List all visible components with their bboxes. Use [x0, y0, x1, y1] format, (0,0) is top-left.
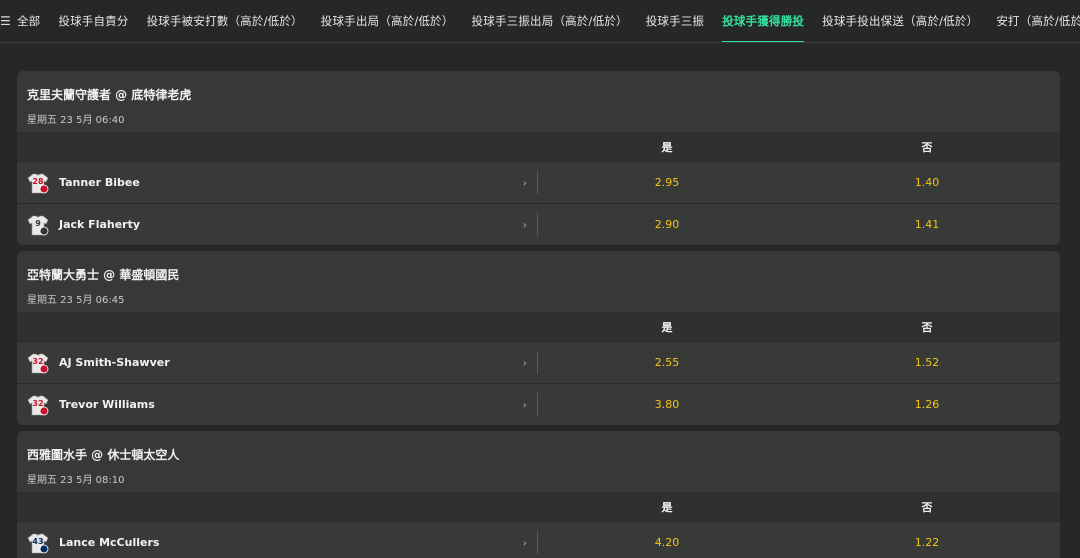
tab-label: 投球手三振出局（高於/低於）: [471, 14, 628, 28]
jersey-number: 32: [32, 398, 44, 408]
odds-no-button[interactable]: 1.40: [797, 162, 1057, 203]
column-header: 是否: [17, 492, 1060, 521]
tab-label: 投球手三振: [645, 14, 705, 28]
tab-hits-allowed[interactable]: 投球手被安打數（高於/低於）: [138, 0, 312, 42]
tab-outs[interactable]: 投球手出局（高於/低於）: [312, 0, 463, 42]
match-time: 星期五 23 5月 06:40: [27, 115, 125, 126]
jersey-icon: 9: [27, 214, 49, 236]
player-name: Lance McCullers: [59, 536, 160, 549]
divider: [537, 393, 538, 416]
player-name: Trevor Williams: [59, 398, 155, 411]
match-card: 西雅圖水手 @ 休士頓太空人 星期五 23 5月 08:10 是否 43 Lance M…: [17, 431, 1060, 558]
player-cell[interactable]: 43 Lance McCullers ›: [17, 522, 538, 558]
tab-label: 全部: [16, 14, 41, 28]
player-cell[interactable]: 32 Trevor Williams ›: [17, 384, 538, 425]
divider: [537, 171, 538, 194]
tab-walks[interactable]: 投球手投出保送（高於/低於）: [813, 0, 987, 42]
tab-strikeouts-ou[interactable]: 投球手三振出局（高於/低於）: [463, 0, 637, 42]
player-name: Jack Flaherty: [59, 218, 141, 231]
odds-yes-button[interactable]: 2.95: [537, 162, 797, 203]
chevron-right-icon[interactable]: ›: [523, 398, 527, 411]
match-header: 亞特蘭大勇士 @ 華盛頓國民星期五 23 5月 06:45: [17, 251, 1060, 312]
player-name: Tanner Bibee: [59, 176, 140, 189]
column-no: 否: [921, 140, 933, 154]
chevron-right-icon[interactable]: ›: [523, 536, 527, 549]
odds-no-button[interactable]: 1.26: [797, 384, 1057, 425]
jersey-icon: 32: [27, 352, 49, 374]
match-header: 克里夫蘭守護者 @ 底特律老虎星期五 23 5月 06:40: [17, 71, 1060, 132]
match-card: 克里夫蘭守護者 @ 底特律老虎 星期五 23 5月 06:40 是否 28 Tanner…: [17, 71, 1060, 245]
column-yes: 是: [661, 140, 673, 154]
tab-all[interactable]: ☰ 全部: [0, 0, 49, 42]
match-header: 西雅圖水手 @ 休士頓太空人星期五 23 5月 08:10: [17, 431, 1060, 492]
divider: [537, 351, 538, 374]
divider: [537, 531, 538, 554]
column-yes: 是: [661, 320, 673, 334]
jersey-number: 43: [32, 536, 44, 546]
menu-icon: ☰: [0, 14, 11, 28]
match-time: 星期五 23 5月 06:45: [27, 295, 125, 306]
tab-label: 投球手自責分: [58, 14, 129, 28]
tab-label: 投球手被安打數（高於/低於）: [146, 14, 303, 28]
player-cell[interactable]: 28 Tanner Bibee ›: [17, 162, 538, 203]
odds-yes-button[interactable]: 3.80: [537, 384, 797, 425]
match-list: 克里夫蘭守護者 @ 底特律老虎 星期五 23 5月 06:40 是否 28 Tanner…: [0, 43, 1080, 558]
column-no: 否: [921, 500, 933, 514]
player-cell[interactable]: 9 Jack Flaherty ›: [17, 204, 538, 245]
tab-earned-runs[interactable]: 投球手自責分: [49, 0, 137, 42]
jersey-icon: 32: [27, 394, 49, 416]
match-title[interactable]: 克里夫蘭守護者 @ 底特律老虎: [27, 86, 1050, 103]
jersey-number: 9: [35, 218, 41, 228]
tab-label: 投球手出局（高於/低於）: [320, 14, 454, 28]
match-title[interactable]: 西雅圖水手 @ 休士頓太空人: [27, 446, 1050, 463]
column-yes: 是: [661, 500, 673, 514]
match-card: 亞特蘭大勇士 @ 華盛頓國民 星期五 23 5月 06:45 是否 32 AJ Smit…: [17, 251, 1060, 425]
tab-label: 投球手投出保送（高於/低於）: [822, 14, 979, 28]
tab-strikeouts[interactable]: 投球手三振: [637, 0, 714, 42]
odds-yes-button[interactable]: 2.90: [537, 204, 797, 245]
column-header: 是否: [17, 132, 1060, 161]
odds-yes-button[interactable]: 4.20: [537, 522, 797, 558]
tab-label: 投球手獲得勝投: [722, 14, 805, 28]
match-time: 星期五 23 5月 08:10: [27, 475, 125, 486]
player-row: 32 AJ Smith-Shawver › 2.55 1.52: [17, 341, 1060, 383]
jersey-icon: 43: [27, 532, 49, 554]
jersey-number: 28: [32, 176, 44, 186]
odds-yes-button[interactable]: 2.55: [537, 342, 797, 383]
player-name: AJ Smith-Shawver: [59, 356, 170, 369]
tab-label: 安打（高於/低於）: [996, 14, 1080, 28]
market-tabs: ☰ 全部 投球手自責分 投球手被安打數（高於/低於） 投球手出局（高於/低於） …: [0, 0, 1080, 43]
chevron-right-icon[interactable]: ›: [523, 176, 527, 189]
jersey-icon: 28: [27, 172, 49, 194]
player-row: 43 Lance McCullers › 4.20 1.22: [17, 521, 1060, 558]
player-row: 9 Jack Flaherty › 2.90 1.41: [17, 203, 1060, 245]
player-cell[interactable]: 32 AJ Smith-Shawver ›: [17, 342, 538, 383]
odds-no-button[interactable]: 1.41: [797, 204, 1057, 245]
divider: [537, 213, 538, 236]
odds-no-button[interactable]: 1.52: [797, 342, 1057, 383]
odds-no-button[interactable]: 1.22: [797, 522, 1057, 558]
chevron-right-icon[interactable]: ›: [523, 356, 527, 369]
column-header: 是否: [17, 312, 1060, 341]
player-row: 32 Trevor Williams › 3.80 1.26: [17, 383, 1060, 425]
match-title[interactable]: 亞特蘭大勇士 @ 華盛頓國民: [27, 266, 1050, 283]
tab-hits[interactable]: 安打（高於/低於）: [987, 0, 1080, 42]
jersey-number: 32: [32, 356, 44, 366]
chevron-right-icon[interactable]: ›: [523, 218, 527, 231]
column-no: 否: [921, 320, 933, 334]
player-row: 28 Tanner Bibee › 2.95 1.40: [17, 161, 1060, 203]
tab-win[interactable]: 投球手獲得勝投: [713, 0, 813, 42]
